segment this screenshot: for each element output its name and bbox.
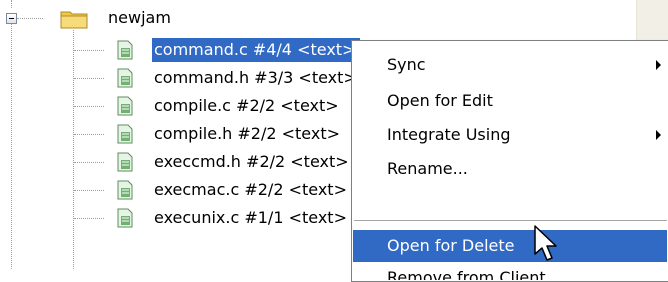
menu-item-label: Sync: [387, 55, 426, 74]
submenu-arrow-icon: [656, 60, 661, 70]
menu-item-remove-from-client[interactable]: Remove from Client: [353, 262, 667, 280]
mouse-cursor-icon: [534, 225, 557, 261]
file-icon: [117, 96, 133, 116]
file-label: command.c #4/4 <text>: [152, 38, 360, 62]
submenu-arrow-icon: [656, 130, 661, 140]
menu-item-open-for-delete[interactable]: Open for Delete: [353, 230, 667, 262]
file-label: execcmd.h #2/2 <text>: [154, 152, 349, 171]
menu-item-label: Integrate Using: [387, 125, 511, 144]
file-label: execmac.c #2/2 <text>: [154, 180, 347, 199]
file-label: command.h #3/3 <text>: [154, 68, 357, 87]
folder-icon: [60, 11, 88, 29]
file-icon: [117, 40, 133, 60]
menu-item-integrate-using[interactable]: Integrate Using: [353, 119, 667, 151]
menu-separator: [354, 220, 667, 221]
menu-item-label: Open for Delete: [387, 236, 515, 255]
tree-root-label[interactable]: newjam: [108, 7, 171, 29]
tree-guide-line: [74, 134, 104, 135]
collapse-toggle-icon[interactable]: [6, 13, 17, 24]
menu-item-rename[interactable]: Rename...: [353, 153, 667, 185]
tree-guide-line: [74, 218, 104, 219]
menu-item-sync[interactable]: Sync: [353, 49, 667, 81]
tree-guide-line: [74, 50, 104, 51]
file-label: compile.h #2/2 <text>: [154, 124, 341, 143]
tree-guide-line: [74, 162, 104, 163]
menu-item-label: Rename...: [387, 159, 468, 178]
tree-guide-line: [74, 190, 104, 191]
file-label: execunix.c #1/1 <text>: [154, 208, 347, 227]
context-menu: Sync Open for Edit Integrate Using Renam…: [351, 40, 668, 282]
file-icon: [117, 152, 133, 172]
tree-guide-line: [11, 24, 12, 269]
file-icon: [117, 68, 133, 88]
menu-item-label: Remove from Client: [387, 268, 546, 280]
tree-guide-line: [17, 18, 43, 19]
tree-guide-line: [73, 30, 74, 269]
file-icon: [117, 124, 133, 144]
menu-item-label: Open for Edit: [387, 91, 493, 110]
tree-guide-line: [74, 78, 104, 79]
file-label: compile.c #2/2 <text>: [154, 96, 339, 115]
tree-guide-line: [74, 106, 104, 107]
tree-guide-line: [11, 0, 12, 8]
menu-item-open-for-edit[interactable]: Open for Edit: [353, 85, 667, 117]
file-icon: [117, 208, 133, 228]
file-icon: [117, 180, 133, 200]
